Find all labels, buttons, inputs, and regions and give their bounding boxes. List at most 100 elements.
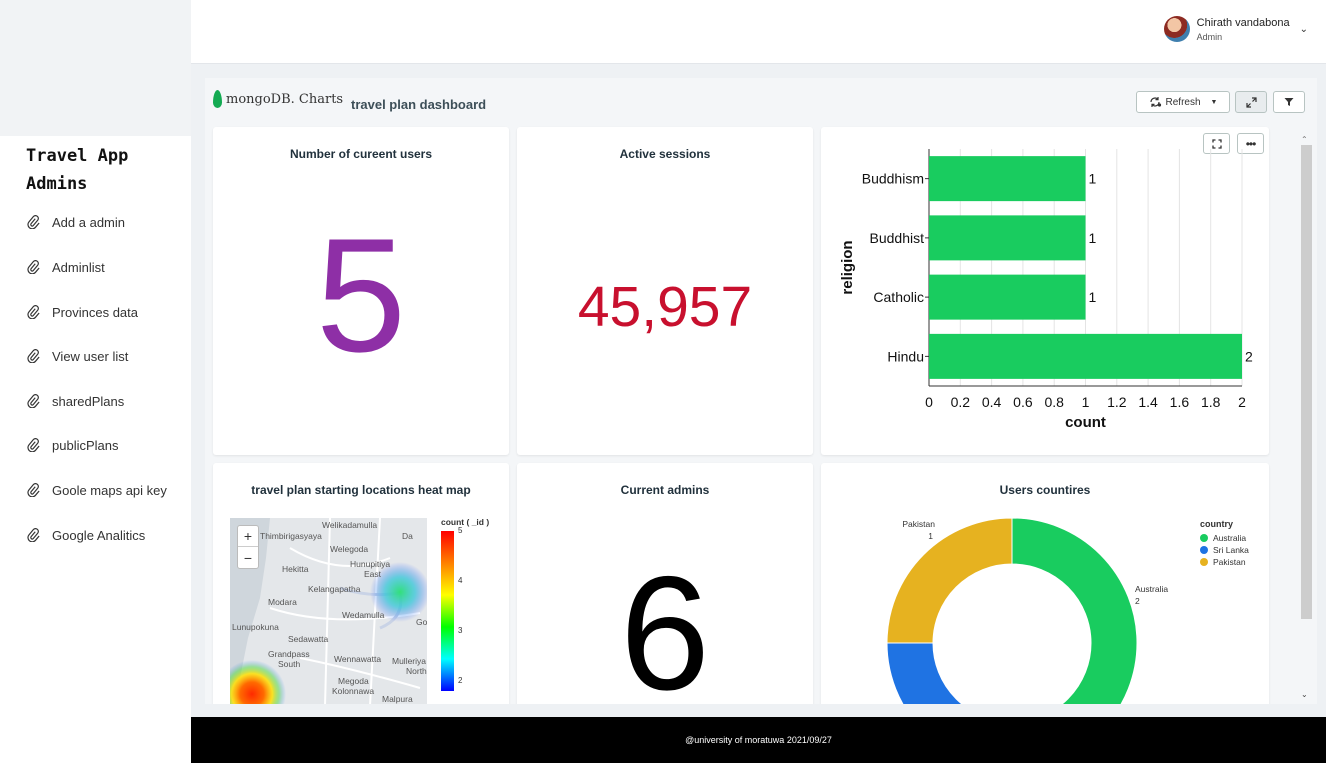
sidebar-item-label: Adminlist	[52, 259, 105, 275]
main-content: mongoDB. Charts travel plan dashboard Re…	[191, 64, 1326, 717]
x-tick-label: 0.2	[951, 394, 971, 410]
legend-label: Sri Lanka	[1213, 545, 1249, 555]
y-tick-label: Hindu	[887, 348, 924, 364]
card-current-admins: Current admins 6	[517, 463, 813, 704]
legend-item[interactable]: Pakistan	[1200, 556, 1249, 568]
refresh-button[interactable]: Refresh ▼	[1136, 91, 1230, 113]
card-title: Number of cureent users	[289, 147, 433, 161]
avatar	[1163, 16, 1190, 42]
donut-legend: country Australia Sri Lanka Pakistan	[1200, 519, 1249, 568]
sidebar-item[interactable]: Add a admin	[26, 212, 125, 232]
map-place-label: Wennawatta	[334, 654, 382, 664]
current-users-value: 5	[315, 205, 407, 386]
y-tick-label: Buddhist	[870, 230, 925, 246]
legend-item[interactable]: Australia	[1200, 532, 1249, 544]
x-tick-label: 1	[1082, 394, 1090, 410]
map-place-label: Hunupitiya	[350, 559, 391, 569]
user-name: Chirath vandabona	[1196, 16, 1290, 29]
slice-label: Australia	[1135, 584, 1168, 594]
sidebar-item[interactable]: Adminlist	[26, 257, 105, 277]
fullscreen-button[interactable]	[1235, 91, 1267, 113]
map-place-label: Grandpass	[268, 649, 310, 659]
brand-text: mongoDB. Charts	[226, 91, 344, 107]
user-menu[interactable]: Chirath vandabona Admin ⌄	[1163, 16, 1308, 42]
sidebar-item[interactable]: publicPlans	[26, 435, 119, 455]
map-place-label: Sedawatta	[288, 634, 329, 644]
sidebar-item[interactable]: View user list	[26, 346, 128, 366]
heat-legend-tick: 3	[458, 626, 463, 635]
x-axis-label: count	[1065, 414, 1106, 431]
legend-item[interactable]: Sri Lanka	[1200, 544, 1249, 556]
chevron-down-icon[interactable]: ⌄	[1300, 24, 1308, 35]
heat-legend-tick: 2	[458, 676, 463, 685]
sidebar-item-label: Provinces data	[52, 304, 138, 320]
card-heat-map: travel plan starting locations heat map	[213, 463, 509, 704]
y-axis-label: religion	[839, 240, 856, 294]
legend-label: Australia	[1213, 533, 1247, 543]
donut-slice	[886, 642, 963, 704]
map-place-label: North	[406, 666, 427, 676]
sidebar-item[interactable]: Google Analitics	[26, 525, 145, 545]
paperclip-icon	[26, 438, 40, 452]
user-role: Admin	[1196, 31, 1223, 42]
map-place-label: Welikadamulla	[322, 520, 378, 530]
card-active-sessions: Active sessions 45,957	[517, 127, 813, 455]
card-title: Active sessions	[619, 147, 711, 161]
x-tick-label: 1.2	[1107, 394, 1127, 410]
x-tick-label: 2	[1238, 394, 1246, 410]
map-place-label: Malpura	[382, 694, 413, 704]
filter-button[interactable]	[1273, 91, 1305, 113]
scroll-thumb[interactable]	[1301, 145, 1312, 619]
sidebar-item-label: View user list	[52, 348, 129, 364]
paperclip-icon	[26, 215, 40, 229]
paperclip-icon	[26, 305, 40, 319]
scroll-down-icon[interactable]: ⌄	[1301, 690, 1308, 699]
map-place-label: Da	[402, 531, 413, 541]
scroll-up-icon[interactable]: ⌃	[1301, 135, 1308, 144]
sidebar-item-label: Add a admin	[52, 214, 125, 230]
slice-value: 1	[928, 531, 933, 541]
paperclip-icon	[26, 394, 40, 408]
sidebar-item-label: Goole maps api key	[52, 482, 167, 498]
map-place-label: Kelangapatha	[308, 584, 361, 594]
map-place-label: Mulleriya	[392, 656, 427, 666]
paperclip-icon	[26, 483, 40, 497]
map-background	[230, 518, 427, 704]
map-place-label: Welegoda	[330, 544, 369, 554]
footer-text: @university of moratuwa 2021/09/27	[685, 735, 832, 745]
card-countries: Users countires Australia 2 Pakistan 1 coun…	[821, 463, 1269, 704]
x-tick-label: 0.4	[982, 394, 1002, 410]
religion-bar-chart: 0 0.2 0.4 0.6 0.8 1 1.2 1.4 1.6 1.8 2 Buddhism 1 Budd…	[839, 149, 1253, 431]
mongodb-leaf-icon	[213, 90, 222, 108]
heat-map[interactable]: Welikadamulla Thimbirigasyaya Welegoda Hunu…	[230, 518, 427, 704]
data-label: 2	[1245, 348, 1253, 364]
x-tick-label: 0.6	[1013, 394, 1033, 410]
card-religion-chart: ••• 0 0.2 0.4 0.6 0.8 1 1.2 1.4 1.6 1.8 2 Buddhism 1…	[821, 127, 1269, 455]
sidebar: Travel App Admins Add a admin Adminlist Pr…	[0, 136, 191, 763]
zoom-out-button[interactable]: −	[238, 547, 258, 568]
legend-swatch	[1200, 558, 1208, 566]
sidebar-header-area	[0, 0, 191, 136]
dashboard-title: travel plan dashboard	[351, 97, 487, 112]
sidebar-item[interactable]: Goole maps api key	[26, 480, 167, 500]
refresh-icon	[1149, 97, 1161, 107]
map-place-label: South	[278, 659, 301, 669]
sidebar-item[interactable]: Provinces data	[26, 302, 138, 322]
bar	[929, 274, 1086, 320]
sidebar-item[interactable]: sharedPlans	[26, 391, 124, 411]
top-bar: Chirath vandabona Admin ⌄	[191, 0, 1326, 64]
legend-label: Pakistan	[1213, 557, 1246, 567]
bar	[929, 215, 1086, 261]
legend-swatch	[1200, 534, 1208, 542]
caret-down-icon: ▼	[1210, 98, 1218, 106]
sidebar-item-label: publicPlans	[52, 437, 119, 453]
card-title: travel plan starting locations heat map	[251, 483, 471, 497]
zoom-in-button[interactable]: +	[238, 526, 258, 547]
map-place-label: Wedamulla	[342, 610, 385, 620]
map-place-label: Megoda	[338, 676, 369, 686]
map-zoom-control: + −	[237, 525, 259, 569]
x-tick-label: 1.4	[1138, 394, 1158, 410]
donut-slice	[1011, 517, 1138, 704]
dashboard-scrollbar[interactable]: ⌃ ⌄	[1298, 135, 1314, 702]
current-admins-value: 6	[619, 543, 711, 705]
